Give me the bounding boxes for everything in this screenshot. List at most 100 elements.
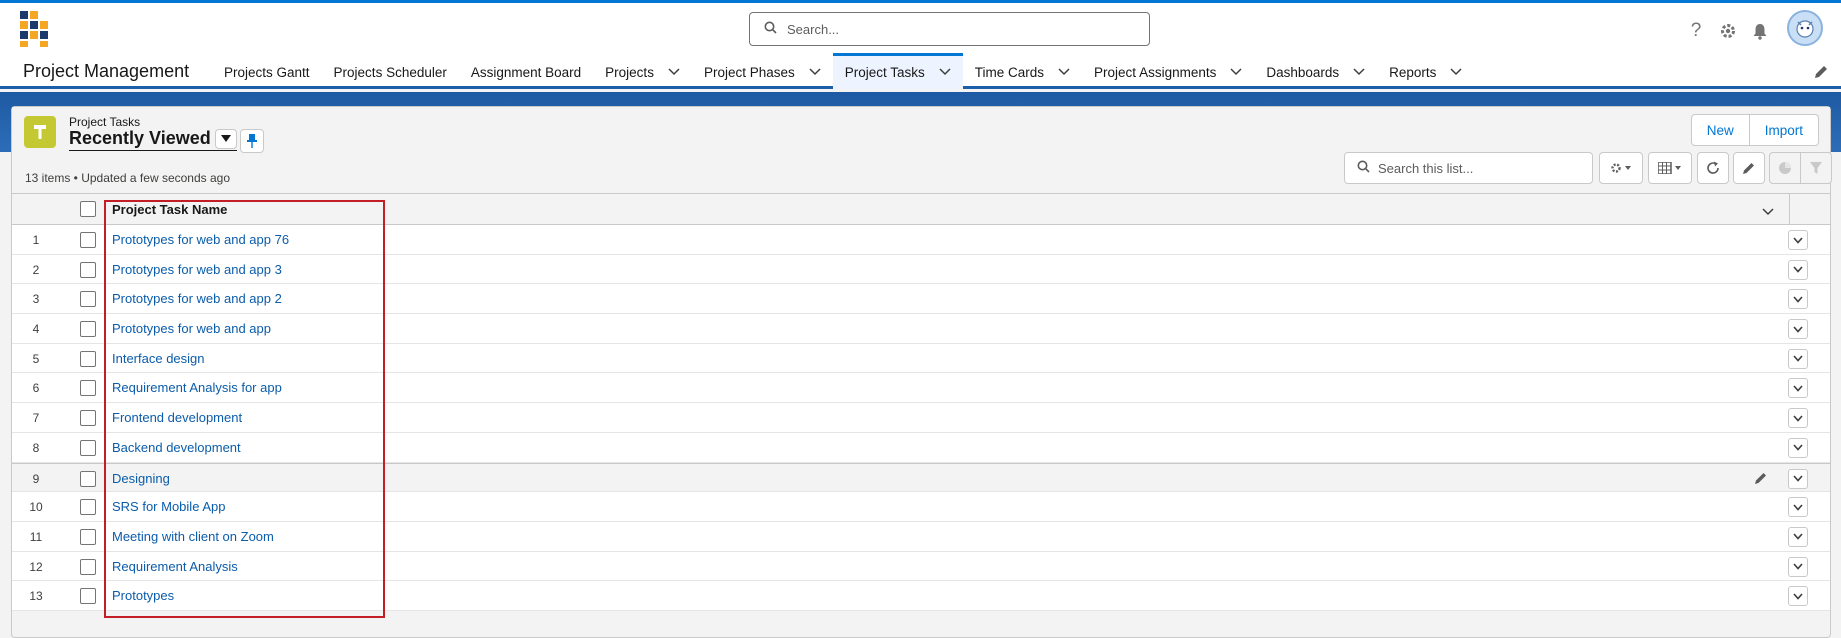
notification-bell-icon[interactable] — [1749, 20, 1771, 42]
chevron-down-icon[interactable] — [668, 66, 680, 78]
row-checkbox[interactable] — [80, 499, 96, 516]
app-logo[interactable] — [18, 9, 52, 49]
table-row[interactable]: 3 Prototypes for web and app 2 — [12, 284, 1830, 315]
row-checkbox[interactable] — [80, 558, 96, 575]
table-row[interactable]: 1 Prototypes for web and app 76 — [12, 225, 1830, 255]
user-avatar[interactable] — [1787, 10, 1823, 46]
table-row[interactable]: 8 Backend development — [12, 432, 1830, 463]
table-row[interactable]: 11 Meeting with client on Zoom — [12, 521, 1830, 552]
list-view-header: Project Tasks Recently Viewed 13 items •… — [12, 107, 1832, 193]
column-header-project-task-name[interactable]: Project Task Name — [112, 202, 227, 217]
row-actions-chevron-down-icon[interactable] — [1788, 556, 1808, 577]
row-actions-chevron-down-icon[interactable] — [1788, 437, 1808, 458]
row-actions-chevron-down-icon[interactable] — [1788, 348, 1808, 369]
row-actions-chevron-down-icon[interactable] — [1788, 289, 1808, 310]
project-task-link[interactable]: Designing — [112, 471, 170, 486]
table-row[interactable]: 7 Frontend development — [12, 403, 1830, 433]
table-row[interactable]: 10 SRS for Mobile App — [12, 492, 1830, 522]
row-number: 8 — [32, 440, 40, 455]
nav-tab-project-phases[interactable]: Project Phases — [692, 55, 833, 89]
chevron-down-icon[interactable] — [1450, 66, 1462, 78]
project-task-link[interactable]: Backend development — [112, 440, 241, 455]
nav-tab-project-tasks[interactable]: Project Tasks — [832, 53, 963, 89]
row-checkbox[interactable] — [80, 321, 96, 338]
project-task-object-icon — [24, 116, 56, 148]
project-task-link[interactable]: Prototypes — [112, 588, 174, 603]
nav-tab-projects-gantt[interactable]: Projects Gantt — [212, 55, 322, 89]
project-task-link[interactable]: SRS for Mobile App — [112, 499, 225, 514]
row-actions-chevron-down-icon[interactable] — [1788, 408, 1808, 429]
setup-gear-icon[interactable] — [1717, 20, 1739, 42]
app-name: Project Management — [23, 61, 190, 81]
row-checkbox[interactable] — [80, 410, 96, 427]
table-row[interactable]: 9 Designing — [12, 462, 1830, 493]
nav-tab-project-assignments[interactable]: Project Assignments — [1082, 55, 1254, 89]
project-task-link[interactable]: Prototypes for web and app 76 — [112, 232, 289, 247]
row-checkbox[interactable] — [80, 528, 96, 545]
row-checkbox[interactable] — [80, 232, 96, 248]
project-task-link[interactable]: Prototypes for web and app 3 — [112, 262, 282, 277]
chevron-down-icon[interactable] — [939, 66, 951, 78]
row-number: 9 — [32, 471, 40, 486]
list-view-card: Project Tasks Recently Viewed 13 items •… — [11, 106, 1832, 638]
list-search-input[interactable]: Search this list... — [1344, 152, 1593, 184]
chevron-down-icon[interactable] — [809, 66, 821, 78]
row-actions-chevron-down-icon[interactable] — [1788, 468, 1808, 489]
chevron-down-icon[interactable] — [1230, 66, 1242, 78]
row-actions-chevron-down-icon[interactable] — [1788, 497, 1808, 518]
import-button[interactable]: Import — [1749, 114, 1819, 146]
nav-tab-projects-scheduler[interactable]: Projects Scheduler — [322, 55, 459, 89]
table-row[interactable]: 2 Prototypes for web and app 3 — [12, 254, 1830, 285]
pin-icon[interactable] — [240, 129, 264, 153]
list-view-selector[interactable]: Recently Viewed — [69, 128, 237, 151]
row-checkbox[interactable] — [80, 291, 96, 308]
table-row[interactable]: 4 Prototypes for web and app — [12, 314, 1830, 344]
row-checkbox[interactable] — [80, 350, 96, 367]
row-actions-chevron-down-icon[interactable] — [1788, 319, 1808, 340]
project-task-link[interactable]: Interface design — [112, 351, 205, 366]
row-checkbox[interactable] — [80, 380, 96, 397]
chevron-down-icon[interactable] — [1353, 66, 1365, 78]
new-button[interactable]: New — [1690, 114, 1750, 146]
row-checkbox[interactable] — [80, 470, 96, 487]
project-task-link[interactable]: Prototypes for web and app 2 — [112, 291, 282, 306]
nav-tab-label: Dashboards — [1266, 64, 1340, 80]
project-task-link[interactable]: Requirement Analysis for app — [112, 380, 282, 395]
nav-tab-reports[interactable]: Reports — [1377, 55, 1474, 89]
refresh-icon[interactable] — [1697, 152, 1729, 184]
project-task-link[interactable]: Prototypes for web and app — [112, 321, 271, 336]
table-row[interactable]: 5 Interface design — [12, 343, 1830, 374]
search-icon — [1357, 160, 1370, 176]
help-icon[interactable]: ? — [1685, 20, 1707, 42]
list-settings-gear-button[interactable] — [1599, 152, 1643, 184]
global-search-placeholder: Search... — [787, 21, 840, 37]
display-as-table-button[interactable] — [1648, 152, 1692, 184]
row-actions-chevron-down-icon[interactable] — [1788, 259, 1808, 280]
table-row[interactable]: 6 Requirement Analysis for app — [12, 373, 1830, 404]
inline-edit-pencil-icon[interactable] — [1733, 152, 1765, 184]
nav-tab-assignment-board[interactable]: Assignment Board — [459, 55, 593, 89]
global-search-input[interactable]: Search... — [749, 12, 1150, 46]
edit-nav-pencil-icon[interactable] — [1813, 64, 1829, 80]
list-actions: New Import — [1690, 114, 1819, 146]
nav-tab-dashboards[interactable]: Dashboards — [1254, 55, 1377, 89]
list-view-dropdown-icon[interactable] — [214, 128, 237, 149]
row-checkbox[interactable] — [80, 261, 96, 278]
chevron-down-icon[interactable] — [1058, 66, 1070, 78]
select-all-checkbox[interactable] — [80, 201, 96, 217]
row-checkbox[interactable] — [80, 588, 96, 605]
project-task-link[interactable]: Frontend development — [112, 410, 242, 425]
row-checkbox[interactable] — [80, 439, 96, 456]
inline-edit-pencil-icon[interactable] — [1754, 471, 1768, 485]
row-actions-chevron-down-icon[interactable] — [1788, 378, 1808, 399]
row-actions-chevron-down-icon[interactable] — [1788, 586, 1808, 607]
project-task-link[interactable]: Requirement Analysis — [112, 559, 238, 574]
project-task-link[interactable]: Meeting with client on Zoom — [112, 529, 274, 544]
row-actions-chevron-down-icon[interactable] — [1788, 526, 1808, 547]
row-actions-chevron-down-icon[interactable] — [1788, 230, 1808, 250]
nav-tab-time-cards[interactable]: Time Cards — [963, 55, 1082, 89]
table-row[interactable]: 13 Prototypes — [12, 581, 1830, 611]
column-menu-chevron-down-icon[interactable] — [1762, 204, 1774, 216]
nav-tab-projects[interactable]: Projects — [593, 55, 692, 89]
table-row[interactable]: 12 Requirement Analysis — [12, 551, 1830, 582]
